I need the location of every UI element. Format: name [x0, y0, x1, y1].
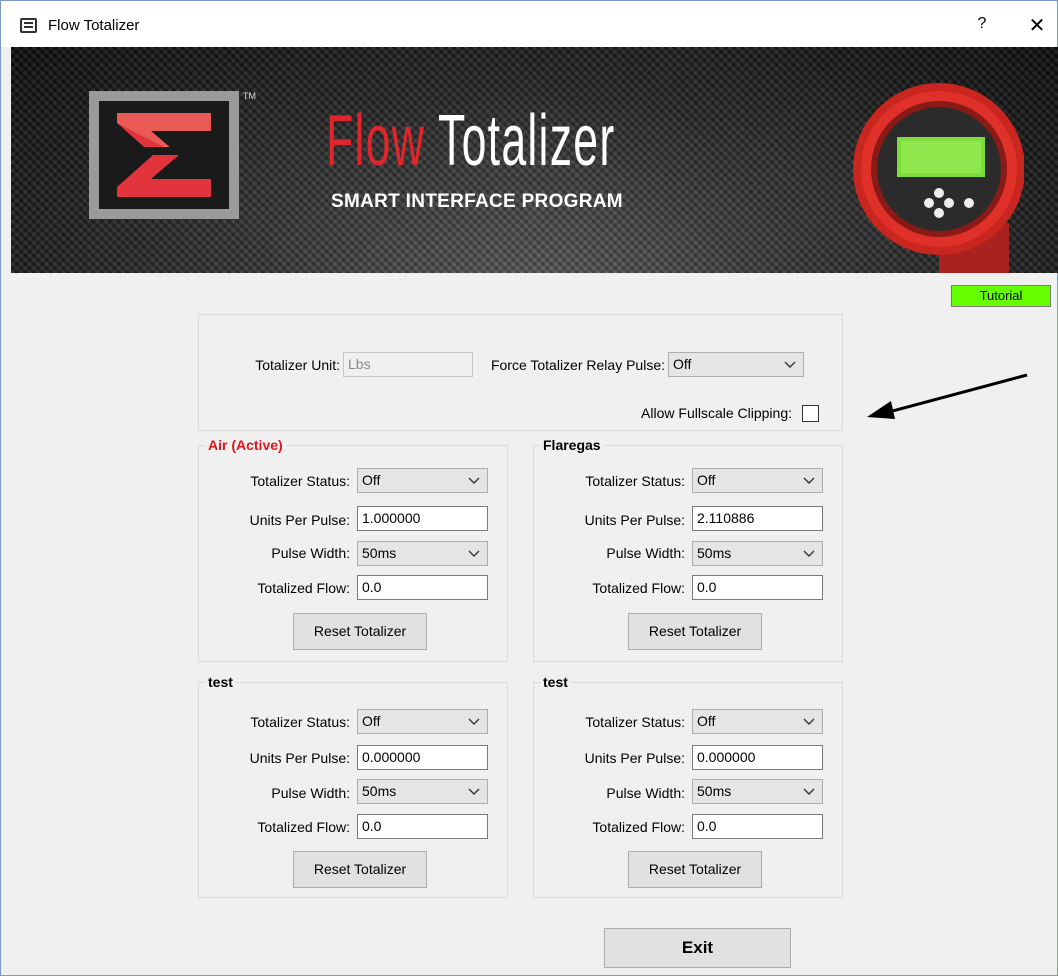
clipping-label: Allow Fullscale Clipping:: [641, 405, 792, 421]
totalized-flow-field[interactable]: 0.0: [692, 575, 823, 600]
units-per-pulse-label: Units Per Pulse:: [249, 512, 350, 528]
settings-group: Totalizer Unit: Lbs Force Totalizer Rela…: [198, 314, 843, 431]
pulse-width-select[interactable]: 50ms: [692, 779, 823, 804]
group-test-2: test Totalizer Status: Off Units Per Pul…: [533, 674, 843, 898]
units-per-pulse-label: Units Per Pulse:: [584, 512, 685, 528]
totalized-flow-field[interactable]: 0.0: [357, 814, 488, 839]
fullscale-clipping-checkbox[interactable]: [802, 405, 819, 422]
chevron-down-icon: [803, 477, 815, 484]
chevron-down-icon: [468, 718, 480, 725]
totalized-flow-label: Totalized Flow:: [592, 819, 685, 835]
totalized-flow-field[interactable]: 0.0: [357, 575, 488, 600]
status-value: Off: [362, 713, 381, 729]
close-button[interactable]: ✕: [1019, 13, 1055, 39]
app-window: Flow Totalizer ? ✕ TM Flow Totalizer SMA…: [0, 0, 1058, 976]
totalizer-unit-label: Totalizer Unit:: [255, 357, 340, 373]
status-select[interactable]: Off: [357, 468, 488, 493]
units-per-pulse-field[interactable]: 0.000000: [357, 745, 488, 770]
units-per-pulse-label: Units Per Pulse:: [249, 750, 350, 766]
status-value: Off: [697, 713, 716, 729]
reset-totalizer-button[interactable]: Reset Totalizer: [628, 613, 762, 650]
group-title: test: [540, 674, 571, 690]
chevron-down-icon: [468, 477, 480, 484]
pulse-width-label: Pulse Width:: [606, 545, 685, 561]
banner-title-totalizer: Totalizer: [438, 101, 616, 181]
status-label: Totalizer Status:: [250, 473, 350, 489]
pulse-width-label: Pulse Width:: [271, 785, 350, 801]
pulse-width-select[interactable]: 50ms: [357, 541, 488, 566]
status-select[interactable]: Off: [357, 709, 488, 734]
status-value: Off: [362, 472, 381, 488]
banner-title-flow: Flow: [326, 101, 426, 181]
reset-totalizer-button[interactable]: Reset Totalizer: [628, 851, 762, 888]
chevron-down-icon: [468, 550, 480, 557]
force-pulse-label: Force Totalizer Relay Pulse:: [490, 357, 665, 373]
help-button[interactable]: ?: [967, 15, 997, 39]
totalized-flow-label: Totalized Flow:: [257, 819, 350, 835]
group-flaregas: Flaregas Totalizer Status: Off Units Per…: [533, 437, 843, 662]
flow-meter-device-icon: [853, 83, 1024, 273]
status-label: Totalizer Status:: [250, 714, 350, 730]
status-value: Off: [697, 472, 716, 488]
totalizer-unit-field: Lbs: [343, 352, 473, 377]
chevron-down-icon: [784, 361, 796, 368]
tutorial-button[interactable]: Tutorial: [951, 285, 1051, 307]
banner-title: Flow Totalizer: [326, 105, 615, 177]
totalized-flow-label: Totalized Flow:: [592, 580, 685, 596]
group-title: Air (Active): [205, 437, 286, 453]
chevron-down-icon: [803, 550, 815, 557]
totalized-flow-field[interactable]: 0.0: [692, 814, 823, 839]
pulse-width-label: Pulse Width:: [606, 785, 685, 801]
trademark-mark: TM: [243, 91, 256, 101]
app-icon: [20, 18, 37, 33]
reset-totalizer-button[interactable]: Reset Totalizer: [293, 851, 427, 888]
pulse-width-select[interactable]: 50ms: [692, 541, 823, 566]
header-banner: TM Flow Totalizer SMART INTERFACE PROGRA…: [11, 47, 1058, 273]
reset-totalizer-button[interactable]: Reset Totalizer: [293, 613, 427, 650]
group-test-1: test Totalizer Status: Off Units Per Pul…: [198, 674, 508, 898]
status-label: Totalizer Status:: [585, 714, 685, 730]
pulse-width-select[interactable]: 50ms: [357, 779, 488, 804]
group-title: test: [205, 674, 236, 690]
group-title: Flaregas: [540, 437, 604, 453]
chevron-down-icon: [803, 718, 815, 725]
exit-button[interactable]: Exit: [604, 928, 791, 968]
status-select[interactable]: Off: [692, 709, 823, 734]
units-per-pulse-label: Units Per Pulse:: [584, 750, 685, 766]
units-per-pulse-field[interactable]: 1.000000: [357, 506, 488, 531]
force-pulse-value: Off: [673, 356, 692, 372]
pulse-width-value: 50ms: [697, 545, 732, 561]
chevron-down-icon: [468, 788, 480, 795]
banner-subtitle: SMART INTERFACE PROGRAM: [331, 191, 623, 212]
window-title: Flow Totalizer: [48, 17, 140, 34]
pulse-width-label: Pulse Width:: [271, 545, 350, 561]
status-label: Totalizer Status:: [585, 473, 685, 489]
pulse-width-value: 50ms: [697, 783, 732, 799]
pulse-width-value: 50ms: [362, 783, 397, 799]
totalized-flow-label: Totalized Flow:: [257, 580, 350, 596]
units-per-pulse-field[interactable]: 2.110886: [692, 506, 823, 531]
group-air-active: Air (Active) Totalizer Status: Off Units…: [198, 437, 508, 662]
title-bar: Flow Totalizer ? ✕: [1, 1, 1057, 47]
status-select[interactable]: Off: [692, 468, 823, 493]
units-per-pulse-field[interactable]: 0.000000: [692, 745, 823, 770]
force-pulse-select[interactable]: Off: [668, 352, 804, 377]
sigma-logo-icon: [89, 91, 239, 219]
chevron-down-icon: [803, 788, 815, 795]
annotation-arrow-icon: [867, 373, 1028, 419]
pulse-width-value: 50ms: [362, 545, 397, 561]
